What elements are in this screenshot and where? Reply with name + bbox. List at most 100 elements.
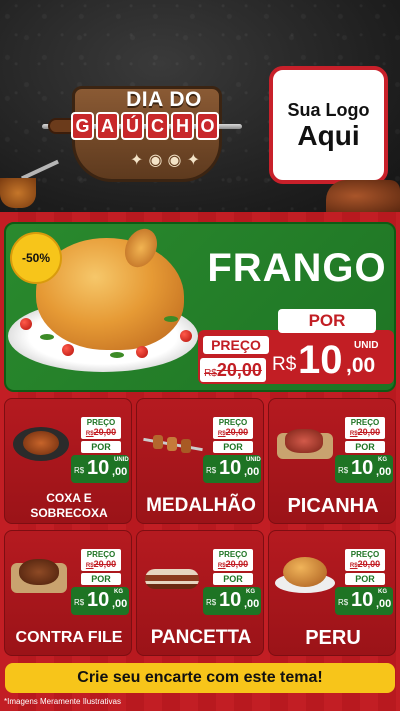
por-label: POR <box>213 441 253 453</box>
preco-label: PREÇO <box>218 418 248 427</box>
por-label: POR <box>81 441 121 453</box>
herb-icon <box>164 316 178 322</box>
event-badge: DIA DO G A Ú C H O ✦ ◉ ◉ ✦ <box>42 78 242 188</box>
price-integer: 10 <box>298 338 343 382</box>
preco-label: PREÇO <box>350 550 380 559</box>
preco-label: PREÇO <box>86 418 116 427</box>
currency: R$ <box>272 354 297 375</box>
price-cents: ,00 <box>376 598 392 610</box>
old-currency: R$ <box>349 563 358 569</box>
por-label: POR <box>81 573 121 585</box>
old-currency: R$ <box>85 431 94 437</box>
price-cents: ,00 <box>244 466 260 478</box>
currency: R$ <box>338 466 349 475</box>
old-price-value: 20,00 <box>225 427 249 437</box>
new-price: R$ 10 UNID ,00 <box>71 455 129 483</box>
price-unit: UNID <box>246 457 261 463</box>
hero-new-price: R$ 10 UNID ,00 <box>270 336 392 382</box>
new-price: R$ 10 KG ,00 <box>71 587 129 615</box>
price-unit: UNID <box>354 340 379 351</box>
old-currency: R$ <box>217 431 226 437</box>
currency: R$ <box>338 598 349 607</box>
price-tag: PREÇO R$20,00 POR R$ 10 UNID ,00 <box>67 417 129 487</box>
old-currency: R$ <box>349 431 358 437</box>
product-card-peru[interactable]: PREÇO R$20,00 POR R$ 10 KG ,00 PERU <box>268 530 396 656</box>
store-logo-placeholder[interactable]: Sua Logo Aqui <box>269 66 388 184</box>
price-unit: KG <box>114 589 123 595</box>
header: DIA DO G A Ú C H O ✦ ◉ ◉ ✦ Sua Logo Aqui <box>0 0 400 212</box>
product-name: PERU <box>305 627 361 649</box>
create-flyer-button[interactable]: Crie seu encarte com este tema! <box>5 663 395 693</box>
price-tag: PREÇO R$20,00 POR R$ 10 UNID ,00 <box>199 417 261 487</box>
old-price-box: PREÇO R$20,00 <box>213 549 253 571</box>
badge-line1: DIA DO <box>126 88 202 111</box>
steak-board-image <box>11 551 71 597</box>
pancetta-image <box>143 551 203 597</box>
por-label: POR <box>345 573 385 585</box>
preco-label: PREÇO <box>218 550 248 559</box>
gourd-icon: ✦ ◉ ◉ ✦ <box>130 150 200 169</box>
old-price-value: 20,00 <box>357 427 381 437</box>
old-price-box: PREÇO R$20,00 <box>81 417 121 439</box>
hero-old-price: R$20,00 <box>200 358 266 382</box>
hero-por-label: POR <box>278 309 376 333</box>
price-tag: PREÇO R$20,00 POR R$ 10 KG ,00 <box>331 417 393 487</box>
product-card-pancetta[interactable]: PREÇO R$20,00 POR R$ 10 KG ,00 PANCETTA <box>136 530 264 656</box>
new-price: R$ 10 UNID ,00 <box>203 455 261 483</box>
disclaimer-text: *Imagens Meramente Ilustrativas <box>4 697 121 706</box>
old-price: R$20,00 <box>81 559 121 572</box>
badge-letters: G A Ú C H O <box>50 112 240 140</box>
herb-icon <box>110 352 124 358</box>
price-unit: KG <box>246 589 255 595</box>
old-price: R$20,00 <box>213 559 253 572</box>
old-currency: R$ <box>85 563 94 569</box>
old-price: R$20,00 <box>213 427 253 440</box>
old-price: R$20,00 <box>345 427 385 440</box>
price-integer: 10 <box>351 457 374 479</box>
product-card-picanha[interactable]: PREÇO R$20,00 POR R$ 10 KG ,00 PICANHA <box>268 398 396 524</box>
turkey-image <box>275 551 335 597</box>
old-price-box: PREÇO R$20,00 <box>345 417 385 439</box>
old-price: R$20,00 <box>81 427 121 440</box>
preco-label: PREÇO <box>350 418 380 427</box>
price-integer: 10 <box>219 457 242 479</box>
price-unit: KG <box>378 457 387 463</box>
currency: R$ <box>204 368 217 379</box>
skewers-image <box>143 419 203 465</box>
badge-letter: O <box>196 112 219 140</box>
tomato-icon <box>62 344 74 356</box>
old-price-value: 20,00 <box>225 559 249 569</box>
product-name: CONTRA FILE <box>15 629 123 646</box>
herb-icon <box>40 334 54 340</box>
price-integer: 10 <box>351 589 374 611</box>
preco-label: PREÇO <box>86 550 116 559</box>
product-name: PICANHA <box>287 495 379 517</box>
badge-letter: A <box>96 112 119 140</box>
por-label: POR <box>345 441 385 453</box>
product-card-medalhao[interactable]: PREÇO R$20,00 POR R$ 10 UNID ,00 MEDALHÃO <box>136 398 264 524</box>
chimarrao-cup-icon <box>0 178 36 208</box>
old-price-box: PREÇO R$20,00 <box>81 549 121 571</box>
price-cents: ,00 <box>244 598 260 610</box>
picanha-board-image <box>275 419 335 465</box>
tomato-icon <box>180 330 192 342</box>
product-name: MEDALHÃO <box>146 495 256 516</box>
por-label: POR <box>213 573 253 585</box>
old-price-value: 20,00 <box>93 427 117 437</box>
badge-letter: Ú <box>121 112 144 140</box>
price-cents: ,00 <box>112 598 128 610</box>
tomato-icon <box>136 346 148 358</box>
price-cents: ,00 <box>346 354 376 377</box>
new-price: R$ 10 KG ,00 <box>203 587 261 615</box>
discount-badge: -50% <box>10 232 62 284</box>
price-cents: ,00 <box>112 466 128 478</box>
product-card-coxa[interactable]: PREÇO R$20,00 POR R$ 10 UNID ,00 COXA E S… <box>4 398 132 524</box>
hero-product-name: FRANGO <box>207 246 387 290</box>
old-price-value: 20,00 <box>216 360 262 380</box>
tomato-icon <box>20 318 32 330</box>
price-unit: KG <box>378 589 387 595</box>
price-integer: 10 <box>87 457 110 479</box>
badge-letter: C <box>146 112 169 140</box>
price-unit: UNID <box>114 457 129 463</box>
product-card-contra-file[interactable]: PREÇO R$20,00 POR R$ 10 KG ,00 CONTRA FIL… <box>4 530 132 656</box>
